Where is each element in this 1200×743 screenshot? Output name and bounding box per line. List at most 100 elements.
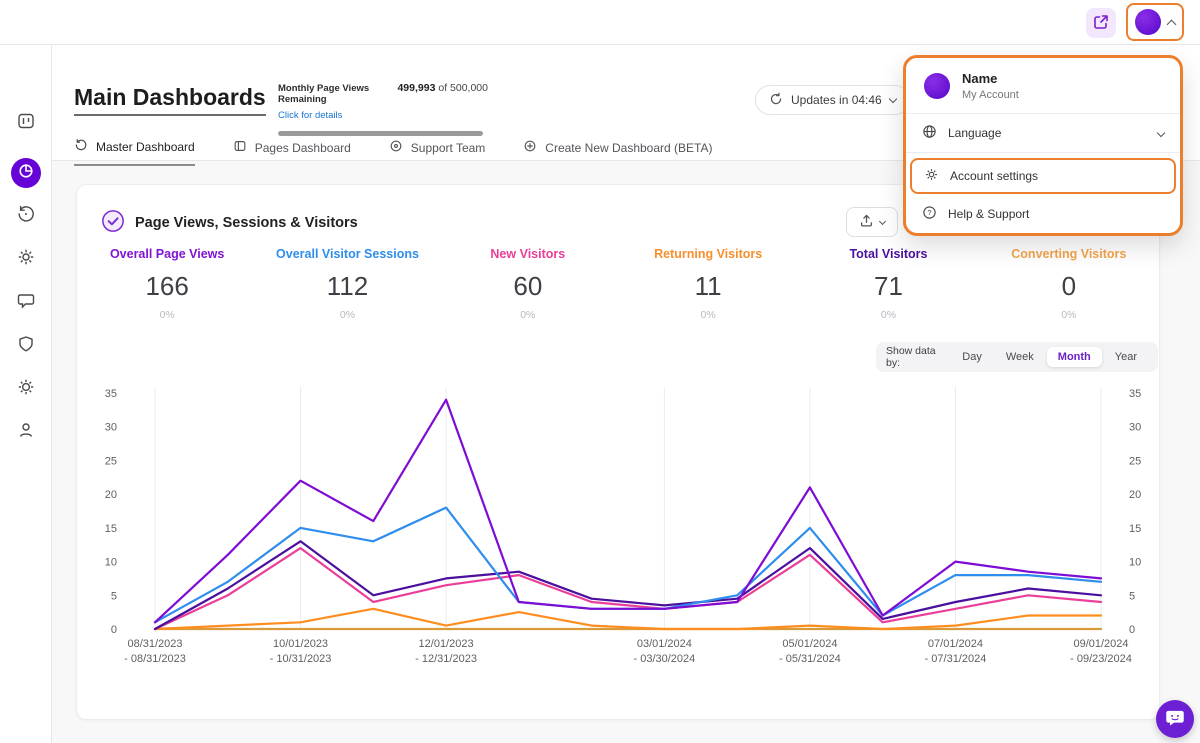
- page-title: Main Dashboards: [74, 84, 266, 116]
- svg-text:30: 30: [105, 422, 117, 434]
- svg-text:05/01/2024: 05/01/2024: [782, 638, 837, 650]
- tab-label: Support Team: [411, 141, 486, 155]
- show-data-by-control: Show data by: Day Week Month Year: [876, 342, 1158, 372]
- svg-text:- 03/30/2024: - 03/30/2024: [633, 653, 695, 665]
- chevron-down-icon: [1157, 129, 1165, 137]
- sidebar-item-history[interactable]: [12, 202, 40, 230]
- account-menu-trigger[interactable]: [1126, 3, 1184, 41]
- sidebar-item-integrations[interactable]: [12, 245, 40, 273]
- svg-text:- 12/31/2023: - 12/31/2023: [415, 653, 477, 665]
- tab-pages-dashboard[interactable]: Pages Dashboard: [233, 138, 351, 166]
- metric-label: Converting Visitors: [979, 247, 1159, 261]
- export-button[interactable]: [846, 207, 898, 237]
- quota-count: 499,993 of 500,000: [397, 82, 488, 94]
- menu-divider: [906, 152, 1180, 153]
- sidebar-item-security[interactable]: [12, 332, 40, 360]
- line-chart: 08/31/2023- 08/31/202310/01/2023- 10/31/…: [87, 381, 1151, 681]
- pages-dashboard-icon: [233, 139, 247, 156]
- svg-text:- 07/31/2024: - 07/31/2024: [925, 653, 987, 665]
- chat-support-button[interactable]: [1156, 700, 1194, 738]
- metric-returning-visitors: Returning Visitors 11 0%: [618, 247, 798, 321]
- metric-total-visitors: Total Visitors 71 0%: [798, 247, 978, 321]
- show-data-by-week[interactable]: Week: [995, 347, 1045, 367]
- help-icon: ?: [922, 205, 937, 223]
- svg-text:5: 5: [111, 590, 117, 602]
- page-views-card: Page Views, Sessions & Visitors Overall …: [76, 184, 1160, 720]
- show-data-by-day[interactable]: Day: [951, 347, 993, 367]
- svg-text:10: 10: [105, 557, 117, 569]
- metric-label: Total Visitors: [798, 247, 978, 261]
- quota-details-link[interactable]: Click for details: [278, 110, 342, 121]
- history-icon: [16, 204, 36, 229]
- svg-text:35: 35: [1129, 388, 1141, 400]
- quota-label: Monthly Page Views Remaining: [278, 83, 389, 105]
- gear-icon: [16, 377, 36, 402]
- external-link-icon: [1093, 14, 1109, 33]
- svg-text:0: 0: [1129, 624, 1135, 636]
- menu-item-language[interactable]: Language: [906, 114, 1180, 152]
- boards-icon: [16, 111, 36, 136]
- svg-text:0: 0: [111, 624, 117, 636]
- tab-create-new-dashboard[interactable]: Create New Dashboard (BETA): [523, 138, 712, 166]
- sidebar-item-settings[interactable]: [12, 375, 40, 403]
- metric-value: 60: [438, 271, 618, 302]
- svg-text:?: ?: [927, 208, 931, 217]
- svg-text:12/01/2023: 12/01/2023: [419, 638, 474, 650]
- tab-support-team[interactable]: Support Team: [389, 138, 486, 166]
- show-data-by-month[interactable]: Month: [1047, 347, 1102, 367]
- svg-text:09/01/2024: 09/01/2024: [1073, 638, 1128, 650]
- card-title: Page Views, Sessions & Visitors: [135, 215, 358, 231]
- menu-avatar: [924, 73, 950, 99]
- sidebar-item-dashboards[interactable]: [11, 158, 41, 188]
- menu-profile-row[interactable]: Name My Account: [906, 58, 1180, 113]
- refresh-icon: [769, 92, 783, 109]
- sidebar-item-team[interactable]: [12, 418, 40, 446]
- account-dropdown-menu: Name My Account Language Account setting…: [903, 55, 1183, 236]
- svg-text:15: 15: [105, 523, 117, 535]
- sidebar: [0, 45, 52, 743]
- svg-text:25: 25: [1129, 455, 1141, 467]
- quota-progress-track: [278, 131, 483, 136]
- svg-text:30: 30: [1129, 422, 1141, 434]
- chevron-up-icon: [1167, 19, 1177, 29]
- support-team-icon: [389, 139, 403, 156]
- updates-timer-label: Updates in 04:46: [791, 93, 882, 107]
- tab-label: Pages Dashboard: [255, 141, 351, 155]
- metric-label: Overall Page Views: [77, 247, 257, 261]
- quota-progress-fill: [278, 131, 483, 136]
- svg-text:07/01/2024: 07/01/2024: [928, 638, 983, 650]
- globe-icon: [922, 124, 937, 142]
- sidebar-item-boards[interactable]: [12, 109, 40, 137]
- master-dashboard-icon: [74, 138, 88, 155]
- menu-account-subtitle: My Account: [962, 89, 1019, 101]
- metric-value: 71: [798, 271, 978, 302]
- topbar: [0, 0, 1200, 45]
- sidebar-item-chat[interactable]: [12, 289, 40, 317]
- svg-text:5: 5: [1129, 590, 1135, 602]
- show-data-by-year[interactable]: Year: [1104, 347, 1148, 367]
- chat-icon: [16, 291, 36, 316]
- open-external-button[interactable]: [1086, 8, 1116, 38]
- metric-value: 11: [618, 271, 798, 302]
- svg-text:- 09/23/2024: - 09/23/2024: [1070, 653, 1132, 665]
- svg-text:25: 25: [105, 455, 117, 467]
- metric-delta: 0%: [798, 309, 978, 321]
- metric-label: Overall Visitor Sessions: [257, 247, 437, 261]
- check-circle-icon: [101, 209, 125, 233]
- tab-master-dashboard[interactable]: Master Dashboard: [74, 138, 195, 166]
- svg-text:10/01/2023: 10/01/2023: [273, 638, 328, 650]
- metric-value: 112: [257, 271, 437, 302]
- menu-item-label: Account settings: [950, 169, 1038, 183]
- metric-overall-visitor-sessions: Overall Visitor Sessions 112 0%: [257, 247, 437, 321]
- metric-delta: 0%: [979, 309, 1159, 321]
- menu-item-account-settings[interactable]: Account settings: [910, 158, 1176, 194]
- svg-text:- 08/31/2023: - 08/31/2023: [124, 653, 186, 665]
- metric-overall-page-views: Overall Page Views 166 0%: [77, 247, 257, 321]
- export-icon: [859, 213, 874, 231]
- metric-delta: 0%: [77, 309, 257, 321]
- user-avatar[interactable]: [1135, 9, 1161, 35]
- updates-timer-button[interactable]: Updates in 04:46: [755, 85, 910, 115]
- gear-icon: [924, 167, 939, 185]
- menu-item-help-support[interactable]: ? Help & Support: [906, 195, 1180, 233]
- metric-delta: 0%: [257, 309, 437, 321]
